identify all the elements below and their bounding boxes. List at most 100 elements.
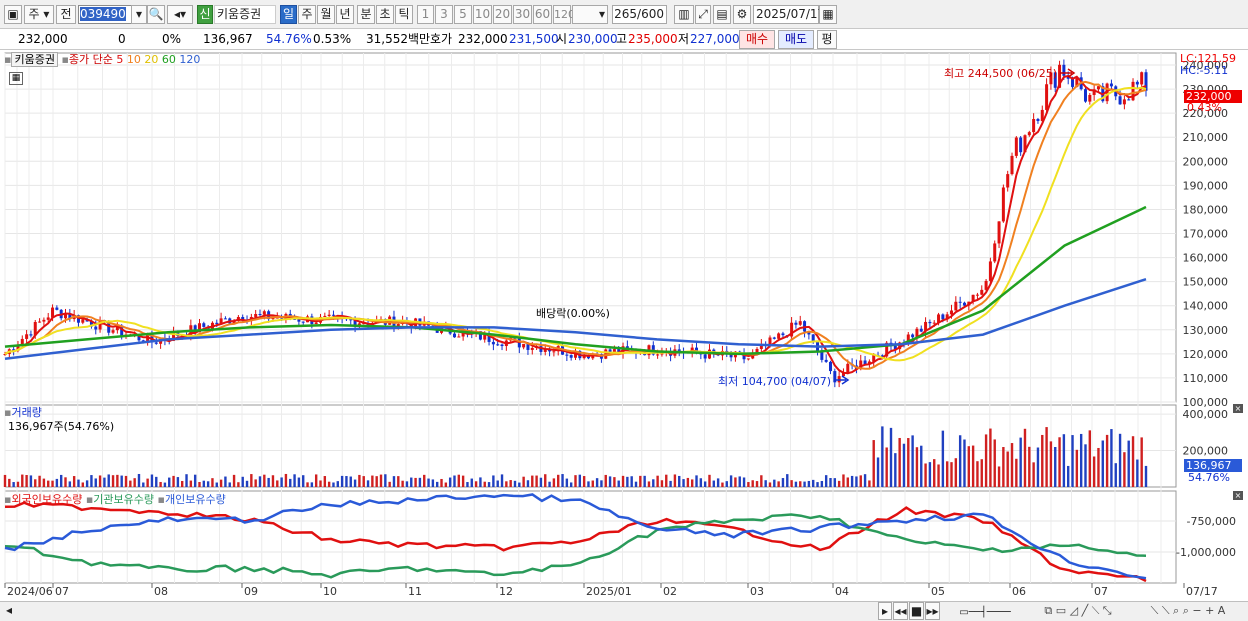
volume-bar <box>915 447 919 487</box>
period-year[interactable]: 년 <box>336 5 354 24</box>
draw-tools-icon[interactable]: ⧉ ▭ ◿ ╱ ⟍ ⤡ <box>1028 602 1128 620</box>
volume-bar <box>574 475 577 487</box>
volume-bar <box>142 482 145 487</box>
search-icon[interactable]: 🔍 <box>147 5 165 24</box>
forward-icon[interactable]: ▸▸ <box>925 602 940 620</box>
volume-bar <box>198 482 201 487</box>
interval-120[interactable]: 120 <box>553 5 575 24</box>
scroll-left-icon[interactable]: ◂ <box>2 602 16 620</box>
stop-icon[interactable]: ■ <box>909 602 924 620</box>
stock-chart[interactable]: 240,000230,000220,000210,000200,000190,0… <box>0 50 1248 602</box>
interval-30[interactable]: 30 <box>513 5 532 24</box>
legend-individual[interactable]: 개인보유수량 <box>165 493 226 506</box>
volume-bar <box>211 478 214 487</box>
volume-bar <box>1041 434 1044 487</box>
volume-bar <box>263 474 266 487</box>
candle-body <box>1071 78 1075 87</box>
interval-1[interactable]: 1 <box>417 5 434 24</box>
period-month[interactable]: 월 <box>317 5 335 24</box>
window-menu-icon[interactable]: ▣ <box>4 5 22 24</box>
legend-stock-name[interactable]: 키움증권 <box>11 52 58 67</box>
period-minute[interactable]: 분 <box>357 5 375 24</box>
candle-body <box>975 294 979 296</box>
volume-bar <box>803 481 806 487</box>
speaker-icon[interactable]: ◂▾ <box>167 5 193 24</box>
table-toggle-icon[interactable]: ▦ <box>9 72 23 85</box>
date-field[interactable]: 2025/07/17 <box>753 5 825 24</box>
zoom-tools-icon[interactable]: ⟍ ⟍ ⌕ ⌕ − + A <box>1130 602 1246 620</box>
volume-bar <box>794 481 798 487</box>
volume-close-icon[interactable]: × <box>1233 404 1243 413</box>
volume-bar <box>535 475 538 487</box>
volume-bar <box>267 477 270 487</box>
volume-bar <box>440 478 443 487</box>
volume-bar <box>708 474 711 487</box>
legend-ma10[interactable]: 10 <box>127 53 141 66</box>
prev-button[interactable]: 전 <box>56 5 76 24</box>
quote-volume: 136,967 <box>203 32 253 46</box>
eval-button[interactable]: 평 <box>817 30 837 49</box>
volume-bar <box>954 458 958 487</box>
candle-body <box>962 302 966 306</box>
chart-area[interactable]: 240,000230,000220,000210,000200,000190,0… <box>0 50 1248 602</box>
candle-body <box>824 359 828 362</box>
interval-5[interactable]: 5 <box>454 5 472 24</box>
holdings-close-icon[interactable]: × <box>1233 491 1243 500</box>
volume-bar <box>47 480 50 487</box>
candle-body <box>1027 132 1031 136</box>
data-count-field[interactable]: 265/600 <box>612 5 667 24</box>
sell-button[interactable]: 매도 <box>778 30 814 49</box>
save-icon[interactable]: ▤ <box>713 5 731 24</box>
volume-bar <box>81 482 84 487</box>
candle-body <box>323 315 327 317</box>
period-tick[interactable]: 틱 <box>395 5 413 24</box>
volume-bar <box>1028 446 1031 487</box>
zoom-slider[interactable]: ▭──┤──── <box>945 604 1025 618</box>
scroll-right-icon[interactable]: ▸ <box>878 602 892 620</box>
volume-bar <box>25 474 28 487</box>
legend-ma60[interactable]: 60 <box>162 53 176 66</box>
candle-body <box>772 337 776 339</box>
gear-icon[interactable]: ⚙ <box>733 5 751 24</box>
interval-20[interactable]: 20 <box>493 5 512 24</box>
volume-bar <box>898 437 901 487</box>
compare-icon[interactable]: ⤢ <box>695 5 711 24</box>
legend-ma120[interactable]: 120 <box>179 53 200 66</box>
stock-code-input[interactable]: 039490 <box>78 5 138 24</box>
period-day[interactable]: 일 <box>280 5 297 24</box>
interval-3[interactable]: 3 <box>435 5 453 24</box>
period-second[interactable]: 초 <box>376 5 394 24</box>
legend-institution[interactable]: 기관보유수량 <box>93 493 154 506</box>
interval-60[interactable]: 60 <box>533 5 552 24</box>
rewind-icon[interactable]: ◂◂ <box>893 602 908 620</box>
legend-ma20[interactable]: 20 <box>144 53 158 66</box>
legend-ma-label[interactable]: 종가 단순 <box>69 53 113 66</box>
market-select[interactable]: 주 ▾ <box>24 5 54 24</box>
calendar-icon[interactable]: ▦ <box>819 5 837 24</box>
interval-dropdown-icon[interactable]: ▾ <box>572 5 608 24</box>
volume-bar <box>695 475 698 487</box>
legend-ma5[interactable]: 5 <box>116 53 123 66</box>
candle-body <box>202 323 206 327</box>
buy-button[interactable]: 매수 <box>739 30 775 49</box>
quote-bid: 232,000 <box>458 32 508 46</box>
volume-bar <box>544 474 547 487</box>
volume-bar <box>863 474 867 487</box>
volume-bar <box>725 481 728 487</box>
volume-bar <box>976 461 979 487</box>
volume-bar <box>418 477 422 487</box>
volume-bar <box>189 480 193 487</box>
candle-body <box>223 318 227 320</box>
volume-bar <box>94 478 97 487</box>
interval-10[interactable]: 10 <box>473 5 492 24</box>
code-dropdown-icon[interactable]: ▾ <box>131 5 147 24</box>
volume-bar <box>107 474 110 487</box>
volume-bar <box>133 478 136 487</box>
period-week[interactable]: 주 <box>298 5 316 24</box>
volume-bar <box>768 482 772 487</box>
candle-type-icon[interactable]: ▥ <box>674 5 694 24</box>
legend-foreign[interactable]: 외국인보유수량 <box>11 493 82 506</box>
volume-bar <box>219 479 223 487</box>
volume-bar <box>980 459 983 487</box>
volume-bar <box>1101 440 1104 487</box>
